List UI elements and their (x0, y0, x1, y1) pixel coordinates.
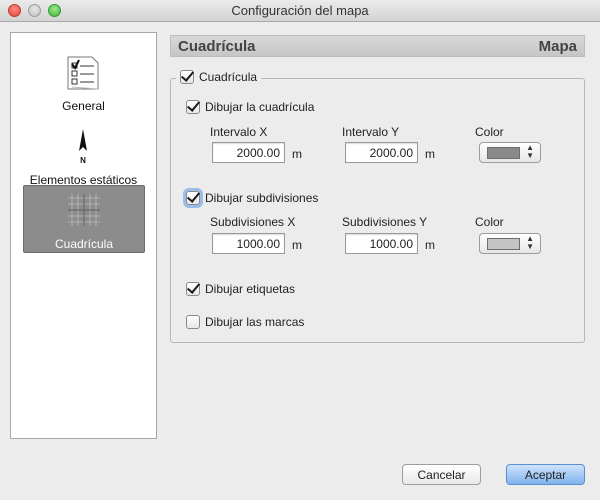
window-title: Configuración del mapa (231, 3, 369, 18)
subdivisions-x-input[interactable]: 1000.00 (212, 233, 285, 254)
stepper-arrows-icon: ▲ ▼ (526, 234, 534, 251)
grid-color-picker[interactable]: ▲ ▼ (479, 142, 541, 163)
interval-y-label: Intervalo Y (342, 125, 400, 139)
draw-grid-toggle[interactable]: Dibujar la cuadrícula (186, 100, 314, 114)
svg-text:N: N (80, 156, 86, 165)
sidebar-item-label: General (62, 99, 105, 113)
interval-x-label: Intervalo X (210, 125, 268, 139)
subdivisions-y-unit: m (425, 238, 435, 252)
sidebar-item-general[interactable]: General (11, 51, 156, 115)
sidebar-item-grid[interactable]: Cuadrícula (23, 185, 145, 253)
subdivisions-y-input[interactable]: 1000.00 (345, 233, 418, 254)
draw-labels-checkbox[interactable] (186, 282, 200, 296)
draw-marks-toggle[interactable]: Dibujar las marcas (186, 315, 304, 329)
title-bar: Configuración del mapa (0, 0, 600, 22)
draw-marks-label: Dibujar las marcas (205, 315, 305, 329)
subdivisions-x-label: Subdivisiones X (210, 215, 296, 229)
stepper-arrows-icon: ▲ ▼ (526, 143, 534, 160)
sidebar-item-label: Cuadrícula (54, 237, 114, 251)
sidebar: General N Elementos estáticos Cuadrícula (10, 32, 157, 439)
section-category: Mapa (538, 38, 577, 55)
cancel-button[interactable]: Cancelar (402, 464, 481, 485)
window: Configuración del mapa General N Element… (0, 0, 600, 500)
section-header: Cuadrícula Mapa (170, 35, 585, 57)
grid-color-swatch (487, 147, 520, 159)
draw-grid-label: Dibujar la cuadrícula (205, 100, 315, 114)
draw-subdivisions-toggle[interactable]: Dibujar subdivisiones (186, 191, 318, 205)
draw-labels-toggle[interactable]: Dibujar etiquetas (186, 282, 295, 296)
subdivisions-y-label: Subdivisiones Y (342, 215, 428, 229)
interval-y-input[interactable]: 2000.00 (345, 142, 418, 163)
grid-color-label: Color (475, 125, 504, 139)
north-arrow-icon: N (79, 129, 87, 165)
subdivisions-color-label: Color (475, 215, 504, 229)
grid-group-checkbox[interactable] (180, 70, 194, 84)
grid-group-label: Cuadrícula (199, 70, 258, 84)
draw-labels-label: Dibujar etiquetas (205, 282, 296, 296)
interval-x-unit: m (292, 147, 302, 161)
draw-grid-checkbox[interactable] (186, 100, 200, 114)
draw-marks-checkbox[interactable] (186, 315, 200, 329)
interval-y-unit: m (425, 147, 435, 161)
subdivisions-color-swatch (487, 238, 520, 250)
checklist-icon (67, 56, 99, 90)
grid-group-toggle[interactable]: Cuadrícula (176, 68, 262, 86)
accept-button[interactable]: Aceptar (506, 464, 585, 485)
draw-subdivisions-checkbox[interactable] (186, 191, 200, 205)
subdivisions-color-picker[interactable]: ▲ ▼ (479, 233, 541, 254)
subdivisions-x-unit: m (292, 238, 302, 252)
draw-subdivisions-label: Dibujar subdivisiones (205, 191, 319, 205)
sidebar-item-static-elements[interactable]: N Elementos estáticos (11, 123, 156, 187)
section-title: Cuadrícula (178, 38, 256, 55)
grid-icon (68, 194, 100, 226)
interval-x-input[interactable]: 2000.00 (212, 142, 285, 163)
grid-group-box (170, 78, 585, 343)
